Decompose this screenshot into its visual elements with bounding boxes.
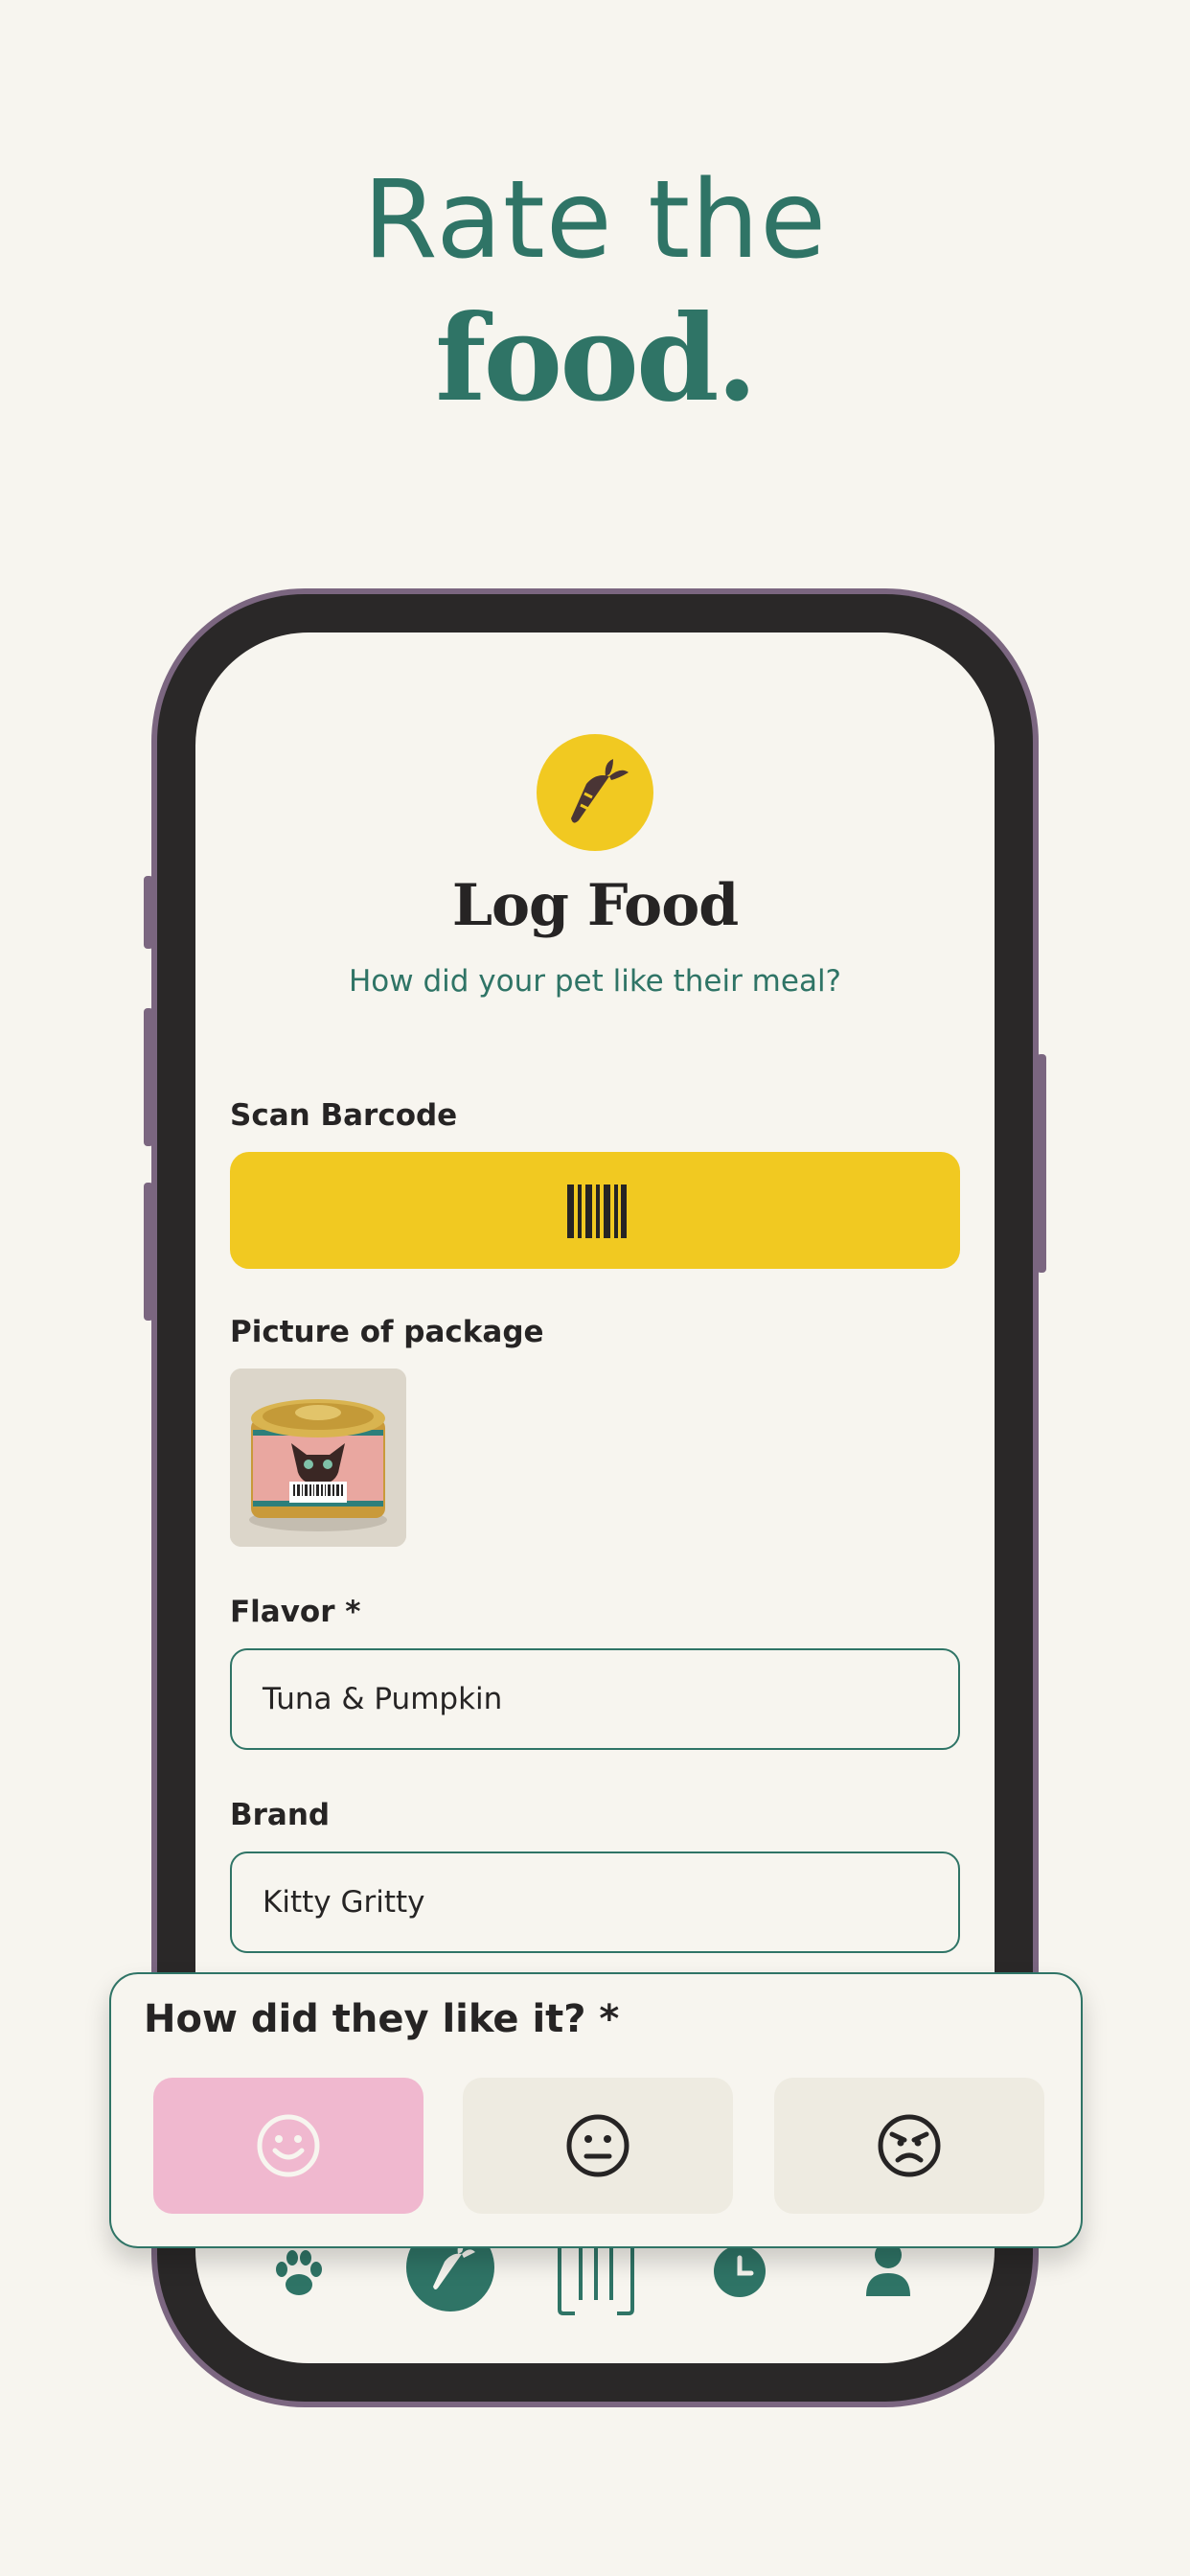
flavor-field[interactable]: Tuna & Pumpkin xyxy=(230,1648,960,1750)
barcode-scan-icon[interactable] xyxy=(556,2246,636,2315)
scan-barcode-button[interactable] xyxy=(230,1152,960,1269)
flavor-value: Tuna & Pumpkin xyxy=(263,1682,503,1716)
cat-food-can-image xyxy=(230,1368,406,1547)
paw-icon[interactable] xyxy=(272,2248,326,2298)
phone-volume-down-button xyxy=(144,1183,153,1321)
rating-title: How did they like it? * xyxy=(144,1997,620,2041)
page-title: Log Food xyxy=(451,872,739,939)
phone-volume-up-button xyxy=(144,1008,153,1146)
smile-icon xyxy=(257,2114,320,2177)
headline-line-1: Rate the xyxy=(362,158,828,283)
flavor-label: Flavor * xyxy=(230,1595,361,1629)
clock-icon[interactable] xyxy=(713,2244,767,2298)
scan-barcode-label: Scan Barcode xyxy=(230,1098,458,1133)
brand-value: Kitty Gritty xyxy=(263,1885,425,1920)
package-photo[interactable] xyxy=(230,1368,406,1547)
rating-option-angry[interactable] xyxy=(774,2078,1044,2214)
user-icon[interactable] xyxy=(864,2241,912,2296)
rating-card: How did they like it? * xyxy=(109,1972,1083,2248)
headline-line-2: food. xyxy=(435,289,758,428)
page-subtitle: How did your pet like their meal? xyxy=(348,964,842,999)
neutral-face-icon xyxy=(566,2114,629,2177)
phone-mute-switch xyxy=(144,876,153,949)
brand-label: Brand xyxy=(230,1798,331,1832)
rating-option-neutral[interactable] xyxy=(463,2078,733,2214)
brand-field[interactable]: Kitty Gritty xyxy=(230,1852,960,1953)
rating-option-happy[interactable] xyxy=(153,2078,423,2214)
angry-face-icon xyxy=(878,2114,941,2177)
package-picture-label: Picture of package xyxy=(230,1315,544,1349)
carrot-icon xyxy=(571,759,629,823)
log-food-badge xyxy=(537,734,653,851)
phone-power-button xyxy=(1037,1054,1046,1273)
barcode-icon xyxy=(567,1184,627,1238)
